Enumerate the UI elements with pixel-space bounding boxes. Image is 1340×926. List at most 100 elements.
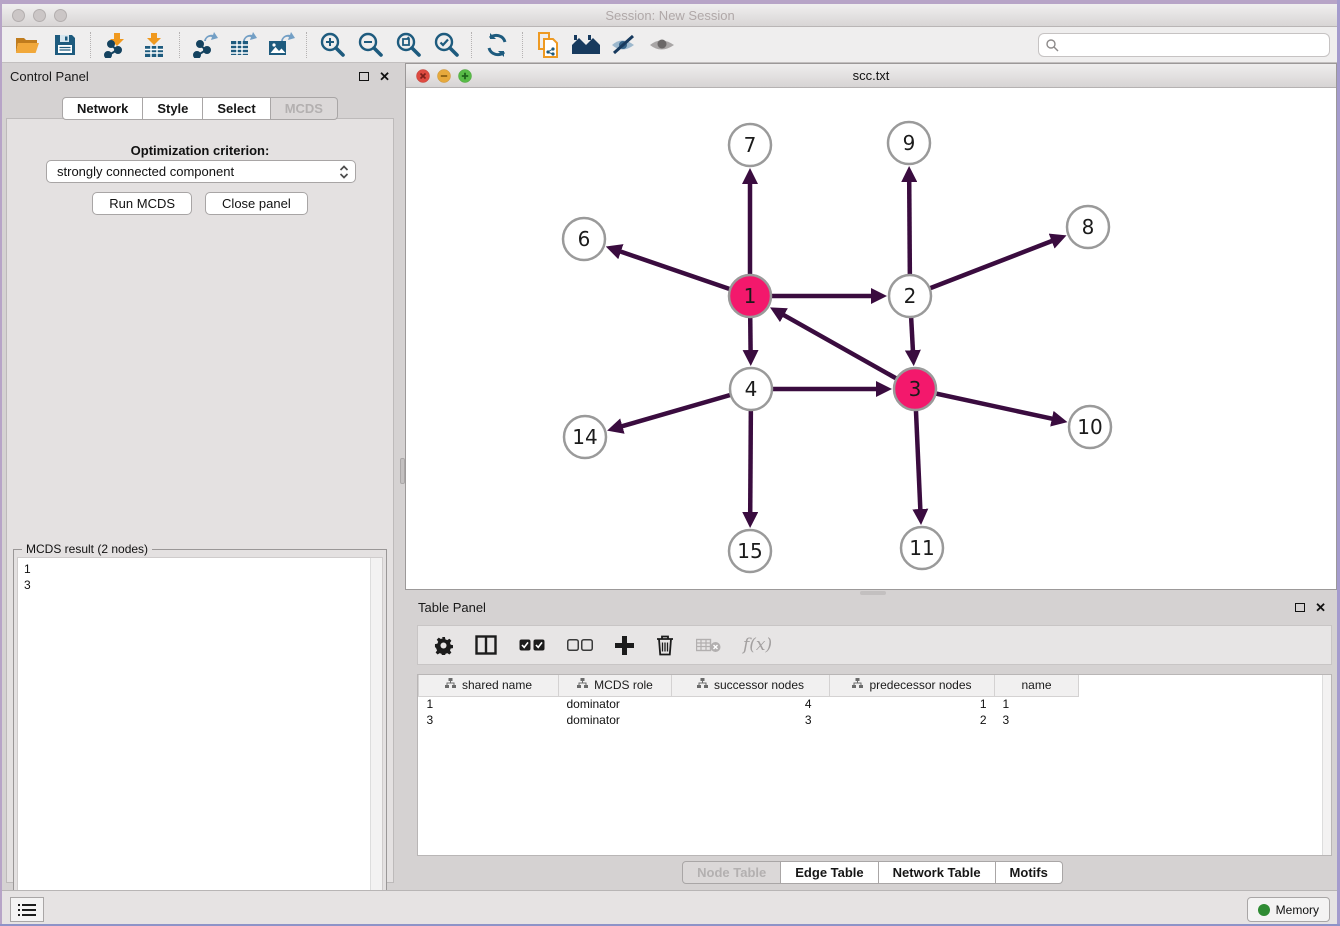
table-cell[interactable]: 1 (419, 696, 559, 712)
table-tabs: Node TableEdge TableNetwork TableMotifs (405, 861, 1340, 884)
close-panel-button[interactable]: Close panel (205, 192, 308, 215)
float-panel-icon[interactable] (1295, 603, 1305, 612)
refresh-view-icon[interactable] (478, 30, 516, 60)
show-columns-icon[interactable] (475, 635, 497, 655)
close-panel-icon[interactable]: ✕ (1315, 601, 1326, 614)
column-type-icon (697, 678, 708, 692)
select-all-icon[interactable] (519, 639, 545, 652)
memory-button[interactable]: Memory (1247, 897, 1330, 922)
control-panel-title: Control Panel (10, 69, 89, 84)
save-session-icon[interactable] (46, 30, 84, 60)
zoom-selected-icon[interactable] (427, 30, 465, 60)
unselect-all-icon[interactable] (567, 639, 593, 652)
zoom-in-icon[interactable] (313, 30, 351, 60)
table-row[interactable]: 1dominator411 (419, 696, 1091, 712)
mcds-result-list[interactable]: 13 (17, 557, 383, 926)
column-header-name[interactable]: name (995, 675, 1079, 696)
graph-node-4[interactable]: 4 (730, 368, 772, 410)
table-panel: Table Panel ✕ (405, 595, 1340, 890)
tab-motifs[interactable]: Motifs (996, 861, 1063, 884)
graph-node-1[interactable]: 1 (729, 275, 771, 317)
network-canvas[interactable]: 7 9 6 8 1 2 4 3 14 10 15 11 (406, 88, 1336, 589)
table-row[interactable]: 3dominator323 (419, 712, 1091, 728)
export-table-icon[interactable] (224, 30, 262, 60)
function-builder-icon: f(x) (743, 635, 772, 655)
mcds-result-title: MCDS result (2 nodes) (22, 542, 152, 556)
show-all-icon[interactable] (643, 30, 681, 60)
search-box[interactable] (1038, 33, 1330, 57)
graph-node-7[interactable]: 7 (729, 124, 771, 166)
tab-edge-table[interactable]: Edge Table (781, 861, 878, 884)
svg-text:6: 6 (578, 227, 591, 251)
tab-network[interactable]: Network (62, 97, 143, 120)
column-header-predecessor-nodes[interactable]: predecessor nodes (830, 675, 995, 696)
column-header-shared-name[interactable]: shared name (419, 675, 559, 696)
zoom-fit-icon[interactable] (389, 30, 427, 60)
graph-node-9[interactable]: 9 (888, 122, 930, 164)
search-input[interactable] (1059, 35, 1329, 55)
tab-mcds[interactable]: MCDS (271, 97, 338, 120)
search-icon (1045, 38, 1059, 52)
graph-edge-3-1[interactable] (782, 314, 915, 389)
table-cell[interactable]: 2 (830, 712, 995, 728)
table-cell[interactable]: dominator (559, 696, 672, 712)
delete-table-icon-disabled (696, 637, 721, 653)
table-scrollbar[interactable] (1322, 675, 1331, 855)
tab-style[interactable]: Style (143, 97, 203, 120)
first-neighbors-icon[interactable] (567, 30, 605, 60)
graph-node-10[interactable]: 10 (1069, 406, 1111, 448)
svg-text:10: 10 (1077, 415, 1102, 439)
graph-node-6[interactable]: 6 (563, 218, 605, 260)
tab-select[interactable]: Select (203, 97, 270, 120)
column-header-mcds-role[interactable]: MCDS role (559, 675, 672, 696)
graph-node-3[interactable]: 3 (894, 368, 936, 410)
memory-label: Memory (1276, 903, 1319, 917)
import-network-icon[interactable] (97, 30, 135, 60)
toolbar-separator (306, 32, 307, 58)
status-bar: Memory (0, 890, 1340, 926)
hide-selected-icon[interactable] (605, 30, 643, 60)
graph-node-8[interactable]: 8 (1067, 206, 1109, 248)
memory-status-icon (1258, 904, 1270, 916)
graph-node-2[interactable]: 2 (889, 275, 931, 317)
task-history-button[interactable] (10, 897, 44, 922)
zoom-out-icon[interactable] (351, 30, 389, 60)
svg-text:1: 1 (744, 284, 757, 308)
tab-network-table[interactable]: Network Table (879, 861, 996, 884)
clone-network-icon[interactable] (529, 30, 567, 60)
node-table[interactable]: shared nameMCDS rolesuccessor nodesprede… (417, 674, 1332, 856)
graph-node-11[interactable]: 11 (901, 527, 943, 569)
table-cell[interactable]: 3 (419, 712, 559, 728)
close-panel-icon[interactable]: ✕ (379, 70, 390, 83)
graph-node-15[interactable]: 15 (729, 530, 771, 572)
control-panel-tabs: NetworkStyleSelectMCDS (0, 97, 400, 120)
svg-text:7: 7 (744, 133, 757, 157)
delete-column-icon[interactable] (656, 635, 674, 656)
add-column-icon[interactable] (615, 636, 634, 655)
export-image-icon[interactable] (262, 30, 300, 60)
table-cell[interactable]: dominator (559, 712, 672, 728)
toolbar-separator (522, 32, 523, 58)
optimization-criterion-label: Optimization criterion: (7, 143, 393, 158)
run-mcds-button[interactable]: Run MCDS (92, 192, 192, 215)
mcds-result-group: MCDS result (2 nodes) 13 (13, 549, 387, 926)
import-table-icon[interactable] (135, 30, 173, 60)
open-file-icon[interactable] (8, 30, 46, 60)
table-cell[interactable]: 1 (995, 696, 1079, 712)
column-type-icon (577, 678, 588, 692)
table-cell[interactable]: 1 (830, 696, 995, 712)
graph-edge-2-8[interactable] (910, 240, 1054, 296)
tab-node-table[interactable]: Node Table (682, 861, 781, 884)
table-cell[interactable]: 3 (995, 712, 1079, 728)
graph-node-14[interactable]: 14 (564, 416, 606, 458)
optimization-criterion-dropdown[interactable]: strongly connected component (46, 160, 356, 183)
result-line: 1 (24, 561, 376, 577)
table-cell[interactable]: 4 (672, 696, 830, 712)
result-scrollbar[interactable] (370, 558, 382, 926)
export-network-icon[interactable] (186, 30, 224, 60)
table-cell[interactable]: 3 (672, 712, 830, 728)
table-panel-title: Table Panel (418, 600, 486, 615)
float-panel-icon[interactable] (359, 72, 369, 81)
table-settings-icon[interactable] (434, 636, 453, 655)
column-header-successor-nodes[interactable]: successor nodes (672, 675, 830, 696)
